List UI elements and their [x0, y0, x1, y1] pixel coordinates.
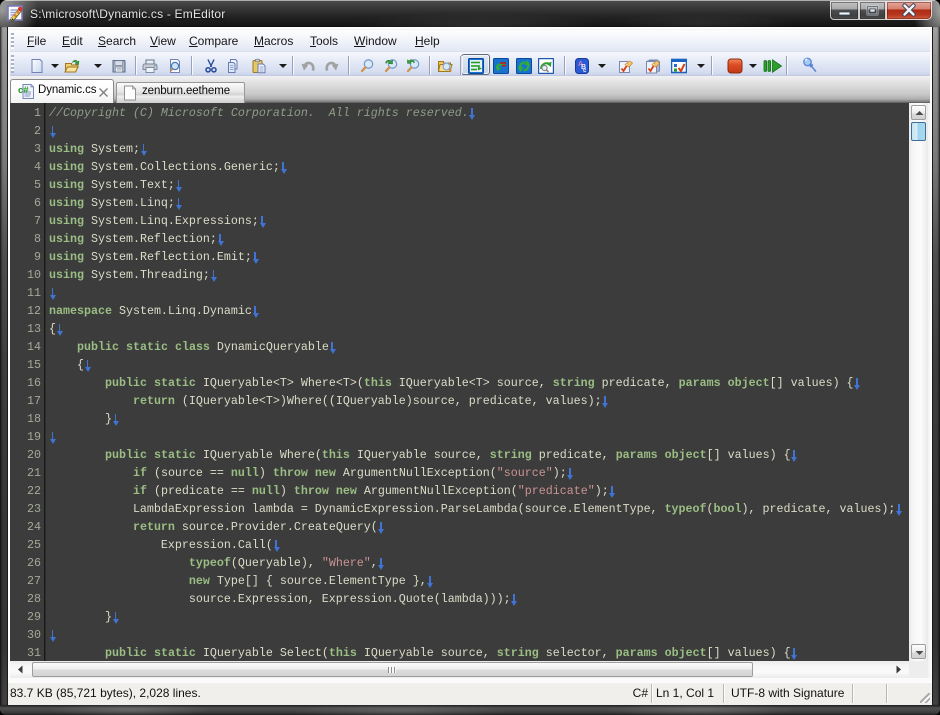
svg-text:c#: c#	[18, 85, 29, 96]
